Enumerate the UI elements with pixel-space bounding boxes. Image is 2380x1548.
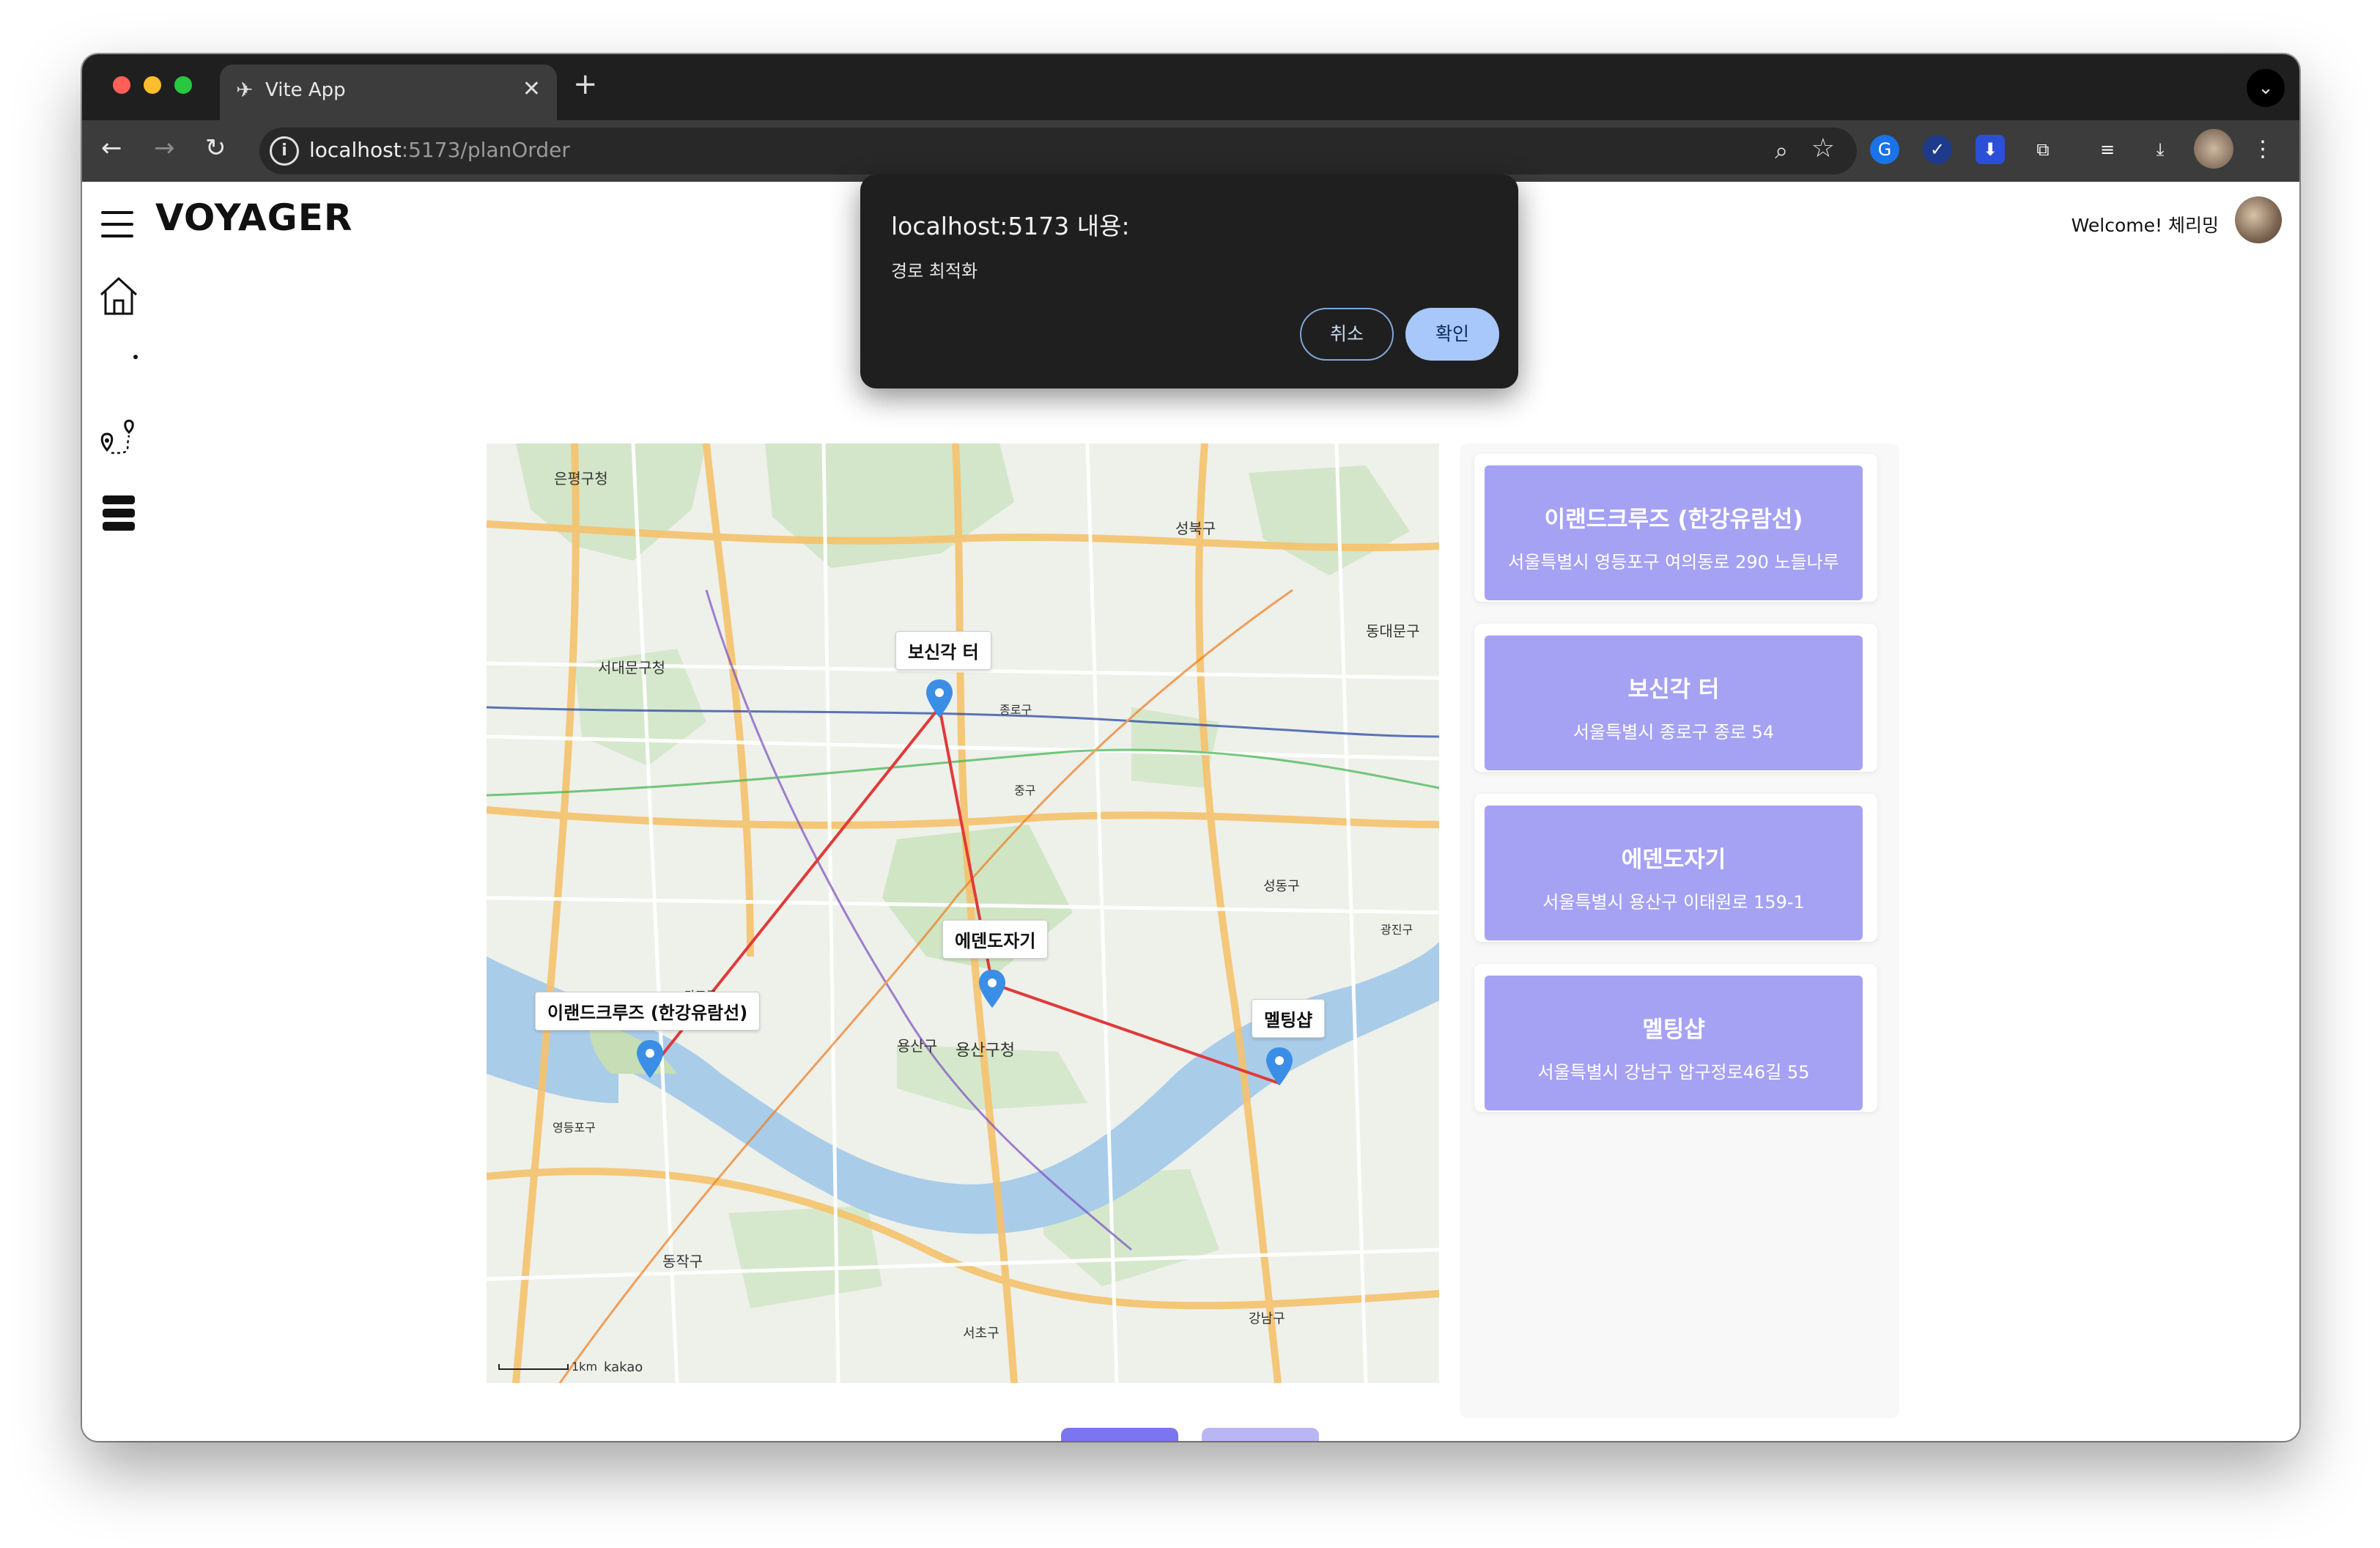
map-provider-logo: kakao bbox=[604, 1360, 643, 1375]
pin-label-bosingak: 보신각 터 bbox=[895, 631, 991, 670]
close-window-dot[interactable] bbox=[113, 76, 130, 94]
place-card-body: 에덴도자기 서울특별시 용산구 이태원로 159-1 bbox=[1485, 806, 1863, 940]
map-label: 용산구청 bbox=[956, 1042, 1015, 1060]
url-field[interactable]: i localhost:5173/planOrder ⌕ ☆ bbox=[259, 128, 1857, 174]
map-pin-icon[interactable] bbox=[923, 678, 956, 719]
place-address: 서울특별시 영등포구 여의동로 290 노들나루 bbox=[1508, 552, 1839, 572]
profile-avatar-icon[interactable] bbox=[2194, 129, 2233, 169]
place-card[interactable]: 이랜드크루즈 (한강유람선) 서울특별시 영등포구 여의동로 290 노들나루 bbox=[1474, 454, 1877, 602]
reload-icon[interactable]: ↻ bbox=[205, 133, 226, 163]
place-name: 이랜드크루즈 (한강유람선) bbox=[1544, 506, 1803, 533]
pin-label-melting: 멜팅샵 bbox=[1252, 999, 1326, 1038]
url-path: :5173/planOrder bbox=[401, 138, 570, 162]
map-label: 광진구 bbox=[1381, 923, 1413, 937]
map-scale-text: 1km bbox=[572, 1360, 598, 1374]
map-label: 성동구 bbox=[1263, 879, 1300, 894]
bookmark-star-icon[interactable]: ☆ bbox=[1811, 133, 1835, 163]
place-card-body: 보신각 터 서울특별시 종로구 종로 54 bbox=[1485, 635, 1863, 770]
back-icon[interactable]: ← bbox=[101, 133, 122, 163]
user-avatar[interactable] bbox=[2235, 196, 2282, 243]
page-content: VOYAGER Welcome! 체리밍 은평구청 서대문구청 용산구청 용산구… bbox=[82, 174, 2299, 1441]
downloads-icon[interactable]: ⤓ bbox=[2146, 135, 2175, 164]
place-name: 보신각 터 bbox=[1627, 677, 1720, 703]
map-pin-icon[interactable] bbox=[1263, 1046, 1296, 1087]
check-extension-icon[interactable]: ✓ bbox=[1923, 135, 1952, 164]
site-info-icon[interactable]: i bbox=[270, 136, 299, 166]
close-tab-icon[interactable]: ✕ bbox=[522, 76, 541, 102]
map-label: 성북구 bbox=[1175, 520, 1216, 537]
map-pin-icon[interactable] bbox=[976, 968, 1008, 1009]
map-label: 종로구 bbox=[999, 703, 1032, 717]
home-icon[interactable] bbox=[95, 273, 142, 320]
pin-label-eden: 에덴도자기 bbox=[942, 920, 1049, 959]
map-label: 용산구 bbox=[897, 1037, 938, 1055]
place-address: 서울특별시 용산구 이태원로 159-1 bbox=[1542, 892, 1805, 913]
download-extension-icon[interactable]: ⬇ bbox=[1976, 135, 2005, 164]
save-route-button[interactable]: 경로 저장 bbox=[1202, 1428, 1319, 1441]
media-queue-icon[interactable]: ≡ bbox=[2093, 135, 2122, 164]
route-pin-icon[interactable] bbox=[95, 416, 142, 463]
maximize-window-dot[interactable] bbox=[174, 76, 192, 94]
map-label: 강남구 bbox=[1249, 1311, 1285, 1327]
browser-menu-icon[interactable]: ⋮ bbox=[2248, 135, 2277, 164]
map-canvas bbox=[487, 443, 1439, 1383]
place-name: 멜팅샵 bbox=[1642, 1017, 1705, 1043]
dialog-message: 경로 최적화 bbox=[891, 261, 978, 281]
list-stack-icon[interactable] bbox=[95, 490, 142, 537]
tab-search-chevron-icon[interactable]: ⌄ bbox=[2247, 69, 2285, 107]
map-pin-icon[interactable] bbox=[634, 1039, 666, 1080]
airplane-icon: ✈ bbox=[236, 78, 254, 102]
tab-title: Vite App bbox=[265, 79, 346, 101]
browser-tab[interactable]: ✈ Vite App ✕ bbox=[220, 64, 557, 120]
place-card-body: 멜팅샵 서울특별시 강남구 압구정로46길 55 bbox=[1485, 976, 1863, 1110]
dialog-title: localhost:5173 내용: bbox=[891, 212, 1130, 240]
map-label: 서초구 bbox=[963, 1326, 999, 1341]
zoom-icon[interactable]: ⌕ bbox=[1775, 136, 1788, 165]
map-label: 영등포구 bbox=[552, 1121, 596, 1135]
minimize-window-dot[interactable] bbox=[144, 76, 161, 94]
place-card[interactable]: 보신각 터 서울특별시 종로구 종로 54 bbox=[1474, 624, 1877, 772]
place-card-body: 이랜드크루즈 (한강유람선) 서울특별시 영등포구 여의동로 290 노들나루 bbox=[1485, 465, 1863, 600]
place-name: 에덴도자기 bbox=[1621, 847, 1726, 873]
optimize-route-button[interactable]: 최적 경로 bbox=[1061, 1428, 1178, 1441]
route-map[interactable]: 은평구청 서대문구청 용산구청 용산구 성북구 동대문구 동작구 서초구 강남구… bbox=[487, 443, 1439, 1383]
url-text: localhost:5173/planOrder bbox=[309, 138, 570, 162]
cancel-button[interactable]: 취소 bbox=[1300, 308, 1394, 361]
hamburger-menu-icon[interactable] bbox=[101, 211, 133, 237]
map-scale-bar bbox=[498, 1364, 569, 1370]
sidebar-dot bbox=[133, 355, 138, 359]
map-label: 동작구 bbox=[662, 1253, 703, 1270]
map-label: 서대문구청 bbox=[598, 659, 665, 677]
address-bar: ← → ↻ i localhost:5173/planOrder ⌕ ☆ G ✓… bbox=[82, 120, 2299, 182]
new-tab-button[interactable]: + bbox=[573, 67, 598, 101]
map-label: 중구 bbox=[1014, 784, 1036, 797]
place-list-panel: 이랜드크루즈 (한강유람선) 서울특별시 영등포구 여의동로 290 노들나루 … bbox=[1460, 443, 1899, 1418]
puzzle-extensions-icon[interactable]: ⧉ bbox=[2028, 135, 2058, 164]
place-card[interactable]: 멜팅샵 서울특별시 강남구 압구정로46길 55 bbox=[1474, 964, 1877, 1112]
map-label: 동대문구 bbox=[1366, 622, 1420, 640]
place-card[interactable]: 에덴도자기 서울특별시 용산구 이태원로 159-1 bbox=[1474, 794, 1877, 942]
place-address: 서울특별시 종로구 종로 54 bbox=[1572, 722, 1775, 742]
place-address: 서울특별시 강남구 압구정로46길 55 bbox=[1537, 1062, 1810, 1083]
url-host: localhost bbox=[309, 138, 402, 162]
welcome-text: Welcome! 체리밍 bbox=[2071, 215, 2219, 236]
confirm-dialog: localhost:5173 내용: 경로 최적화 취소 확인 bbox=[860, 174, 1518, 388]
browser-window: ✈ Vite App ✕ + ⌄ ← → ↻ i localhost:5173/… bbox=[82, 54, 2299, 1441]
forward-icon[interactable]: → bbox=[154, 133, 175, 163]
tab-bar: ✈ Vite App ✕ + ⌄ bbox=[82, 54, 2299, 120]
brand-logo[interactable]: VOYAGER bbox=[155, 196, 352, 239]
ok-button[interactable]: 확인 bbox=[1405, 308, 1499, 361]
google-extension-icon[interactable]: G bbox=[1870, 135, 1899, 164]
pin-label-eland: 이랜드크루즈 (한강유람선) bbox=[535, 992, 761, 1031]
map-label: 은평구청 bbox=[554, 470, 608, 487]
